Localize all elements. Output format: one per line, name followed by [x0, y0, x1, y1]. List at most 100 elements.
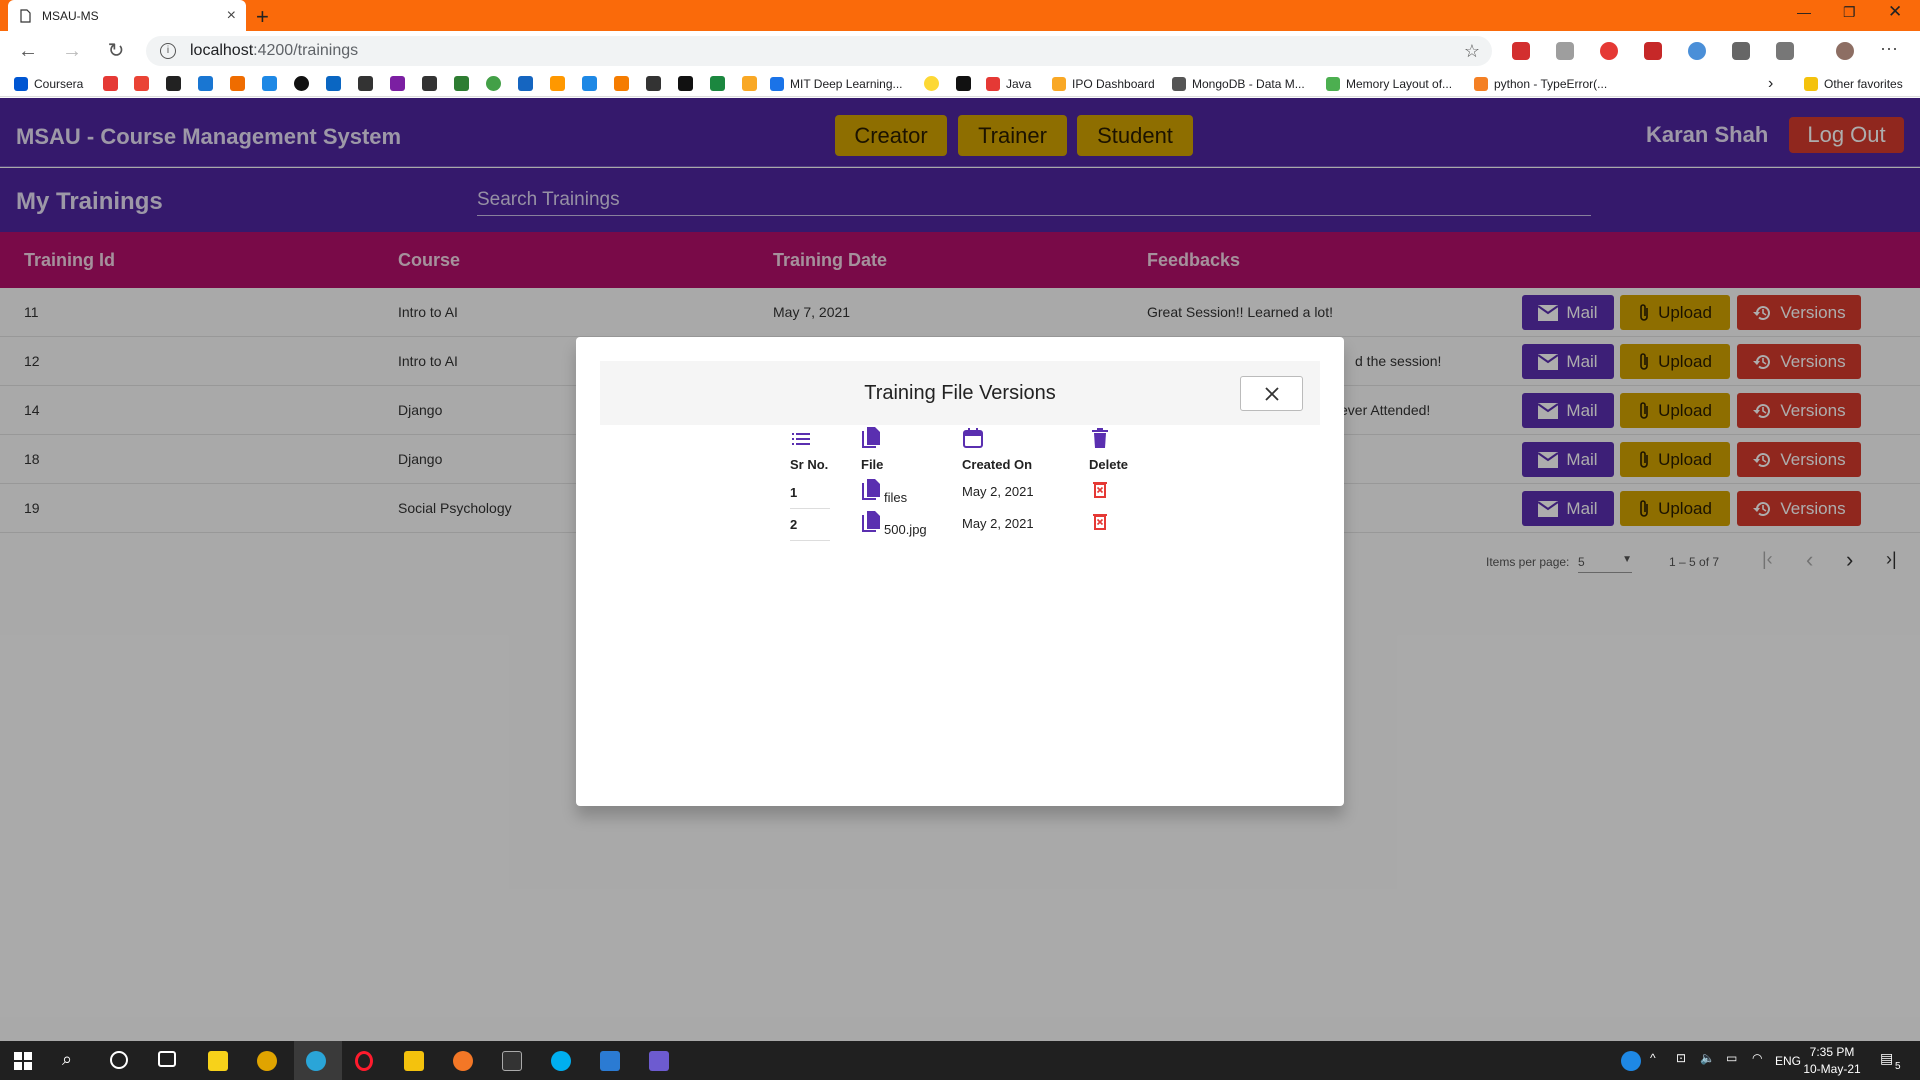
edge-icon[interactable] [306, 1051, 326, 1071]
terminal-icon[interactable] [502, 1051, 522, 1071]
bookmark-icon[interactable] [956, 76, 971, 91]
folder-icon [1804, 77, 1818, 91]
file-icon [862, 479, 880, 500]
bookmark-icon [770, 77, 784, 91]
bookmark-icon [1474, 77, 1488, 91]
task-view-icon[interactable] [158, 1051, 176, 1067]
bookmarks-overflow-icon[interactable]: › [1768, 75, 1773, 93]
help-icon[interactable] [1621, 1051, 1641, 1071]
amazon-icon[interactable] [166, 76, 181, 91]
wifi-icon[interactable]: ◠ [1752, 1051, 1762, 1065]
search-icon[interactable]: ⌕ [62, 1049, 72, 1070]
restore-icon[interactable]: ❐ [1843, 4, 1856, 21]
back-icon[interactable]: ← [16, 39, 40, 63]
notification-count: 5 [1895, 1061, 1901, 1072]
bookmark-icon[interactable] [550, 76, 565, 91]
bookmark-label: MIT Deep Learning... [790, 77, 903, 91]
close-window-icon[interactable]: ✕ [1888, 2, 1902, 22]
cortana-icon[interactable] [110, 1051, 128, 1069]
coursera-icon [14, 77, 28, 91]
page-icon [20, 8, 31, 23]
bookmark-icon[interactable] [924, 76, 939, 91]
chevron-up-icon[interactable]: ^ [1650, 1051, 1656, 1065]
sticky-notes-icon[interactable] [208, 1051, 228, 1071]
other-favorites[interactable]: Other favorites [1804, 75, 1903, 93]
delete-version-icon[interactable] [1093, 513, 1107, 530]
bookmark-icon[interactable] [614, 76, 629, 91]
bookmark-icon[interactable] [422, 76, 437, 91]
opera-icon[interactable] [355, 1051, 373, 1071]
bookmark-label: Memory Layout of... [1346, 77, 1453, 91]
bookmark-icon[interactable] [390, 76, 405, 91]
reload-icon[interactable]: ↻ [104, 39, 128, 63]
browser-titlebar: MSAU-MS × + — ❐ ✕ [0, 0, 1920, 31]
bookmark-icon[interactable] [710, 76, 725, 91]
versions-header-file: File [861, 457, 884, 472]
version-file[interactable]: files [884, 490, 907, 505]
bookmark-label: Coursera [34, 77, 84, 91]
skype-icon[interactable] [551, 1051, 571, 1071]
clock-date[interactable]: 10-May-21 [1800, 1062, 1864, 1076]
bookmark-python[interactable]: python - TypeError(... [1474, 75, 1607, 93]
chrome-icon[interactable] [257, 1051, 277, 1071]
extension-icon[interactable] [1644, 42, 1662, 60]
browser-tab[interactable]: MSAU-MS × [8, 0, 246, 31]
bookmark-icon[interactable] [646, 76, 661, 91]
profile-avatar[interactable] [1836, 42, 1854, 60]
github-icon[interactable] [294, 76, 309, 91]
bookmark-icon[interactable] [262, 76, 277, 91]
bookmark-icon[interactable] [742, 76, 757, 91]
versions-header-delete: Delete [1089, 457, 1129, 472]
jupyter-icon[interactable] [453, 1051, 473, 1071]
bookmark-mit[interactable]: MIT Deep Learning... [770, 75, 903, 93]
version-file[interactable]: 500.jpg [884, 522, 927, 537]
app-icon[interactable] [649, 1051, 669, 1071]
delete-version-icon[interactable] [1093, 481, 1107, 498]
extension-icon[interactable] [1776, 42, 1794, 60]
favorite-star-icon[interactable]: ☆ [1464, 41, 1480, 62]
bookmark-icon[interactable] [358, 76, 373, 91]
vscode-icon[interactable] [600, 1051, 620, 1071]
address-bar[interactable]: i localhost:4200/trainings ☆ [146, 36, 1492, 66]
clock-time[interactable]: 7:35 PM [1800, 1045, 1864, 1059]
battery-icon[interactable]: ▭ [1726, 1051, 1737, 1065]
minimize-icon[interactable]: — [1797, 4, 1811, 20]
menu-dots-icon[interactable]: ⋯ [1880, 40, 1898, 60]
file-copy-icon [862, 427, 880, 448]
notification-center-icon[interactable]: ▤ [1880, 1050, 1893, 1067]
bookmark-icon[interactable] [198, 76, 213, 91]
network-device-icon[interactable]: ⊡ [1676, 1051, 1686, 1065]
bookmark-ipo[interactable]: IPO Dashboard [1052, 75, 1155, 93]
windows-start-icon[interactable] [14, 1052, 32, 1070]
extension-icon[interactable] [1732, 42, 1750, 60]
extension-icon[interactable] [1600, 42, 1618, 60]
bookmark-label: IPO Dashboard [1072, 77, 1155, 91]
tab-close-icon[interactable]: × [227, 7, 236, 25]
dialog-close-button[interactable] [1240, 376, 1303, 411]
bookmark-icon[interactable] [454, 76, 469, 91]
bookmark-icon[interactable] [486, 76, 501, 91]
bookmark-icon[interactable] [678, 76, 693, 91]
extension-icon[interactable] [1512, 42, 1530, 60]
list-icon [792, 433, 810, 445]
bookmark-icon[interactable] [230, 76, 245, 91]
extension-icon[interactable] [1556, 42, 1574, 60]
bookmark-java[interactable]: Java [986, 75, 1031, 93]
bookmark-icon[interactable] [582, 76, 597, 91]
extension-icon[interactable] [1688, 42, 1706, 60]
bookmark-mongodb[interactable]: MongoDB - Data M... [1172, 75, 1305, 93]
forward-icon[interactable]: → [60, 39, 84, 63]
gmail-icon[interactable] [134, 76, 149, 91]
site-info-icon[interactable]: i [160, 43, 176, 59]
volume-icon[interactable]: 🔈 [1700, 1051, 1715, 1065]
bookmark-label: python - TypeError(... [1494, 77, 1608, 91]
new-tab-icon[interactable]: + [256, 4, 269, 30]
bookmark-coursera[interactable]: Coursera [14, 75, 83, 93]
bookmark-memory-layout[interactable]: Memory Layout of... [1326, 75, 1452, 93]
bookmark-icon[interactable] [518, 76, 533, 91]
language-indicator[interactable]: ENG [1775, 1054, 1801, 1068]
linkedin-icon[interactable] [326, 76, 341, 91]
calendar-icon [963, 428, 983, 448]
file-explorer-icon[interactable] [404, 1051, 424, 1071]
youtube-icon[interactable] [103, 76, 118, 91]
